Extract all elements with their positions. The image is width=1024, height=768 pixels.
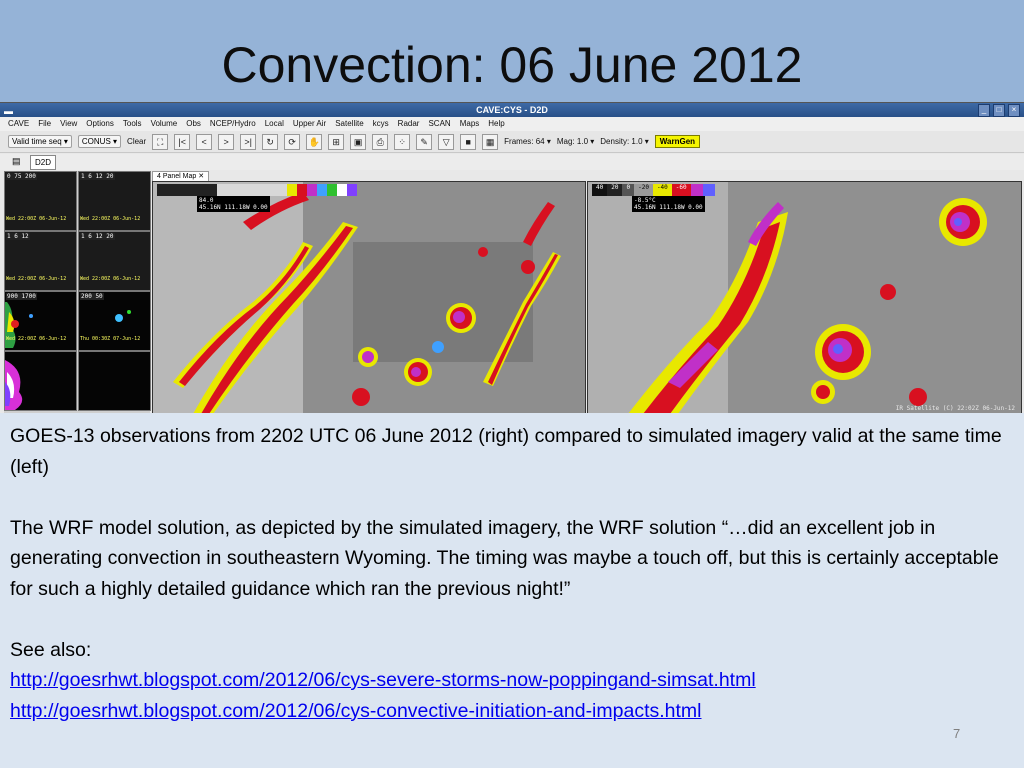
pan-tool-icon[interactable]: ✋ [306, 133, 323, 150]
zoom-icon[interactable]: ⊞ [328, 133, 345, 150]
menu-cave[interactable]: CAVE [8, 117, 29, 131]
simulated-imagery-panel[interactable]: 84.0 45.16N 111.18W 0.00 [152, 181, 586, 413]
quote-paragraph: The WRF model solution, as depicted by t… [10, 516, 999, 600]
menu-volume[interactable]: Volume [151, 117, 178, 131]
step-back-icon[interactable]: < [196, 133, 213, 150]
scale-dropdown[interactable]: CONUS ▾ [77, 135, 122, 148]
refresh-icon[interactable]: ⟳ [284, 133, 301, 150]
thumbnail-pane[interactable]: 0 75 200 Wed 22:00Z 06-Jun-12 [4, 171, 77, 231]
see-also-label: See also: [10, 638, 92, 661]
blog-link-severe-storms[interactable]: http://goesrhwt.blogspot.com/2012/06/cys… [10, 669, 756, 691]
radar-thumbnail-image [5, 352, 76, 410]
satellite-timestamp: IR Satellite (C) 22:02Z 06-Jun-12 [895, 405, 1015, 412]
maximize-icon[interactable]: □ [993, 104, 1005, 117]
menu-scan[interactable]: SCAN [428, 117, 450, 131]
menu-satellite[interactable]: Satellite [335, 117, 363, 131]
ir-satellite-panel[interactable]: 40 20 0 -20 -40 -60 -8.5°C 45.16N 111.18… [587, 181, 1022, 413]
perspective-bar: ▤ D2D [0, 154, 1024, 170]
thumbnail-pane[interactable]: 1 6 12 20 Wed 22:00Z 06-Jun-12 [78, 171, 151, 231]
menu-file[interactable]: File [38, 117, 51, 131]
zoom-extent-icon[interactable]: ⛶ [152, 133, 169, 150]
open-perspective-icon[interactable]: ▤ [12, 156, 21, 167]
layout-icon[interactable]: ■ [460, 133, 477, 150]
thumbnail-pane[interactable]: 1 6 12 20 Wed 22:00Z 06-Jun-12 [78, 231, 151, 291]
print-icon[interactable]: ⎙ [372, 133, 389, 150]
triangle-tool-icon[interactable]: ▽ [438, 133, 455, 150]
perspective-tab-d2d[interactable]: D2D [30, 155, 57, 170]
ir-satellite-map [588, 182, 1021, 413]
simulated-imagery-map [153, 182, 585, 413]
thumbnail-pane[interactable] [78, 351, 151, 411]
warngen-button[interactable]: WarnGen [654, 135, 701, 148]
thumbnail-pane[interactable] [4, 351, 77, 411]
menu-maps[interactable]: Maps [460, 117, 480, 131]
window-title: CAVE:CYS - D2D [476, 105, 548, 115]
menu-bar: CAVE File View Options Tools Volume Obs … [0, 117, 1024, 131]
thumbnail-pane[interactable]: 900 1700 Wed 22:00Z 06-Jun-12 [4, 291, 77, 351]
menu-view[interactable]: View [60, 117, 77, 131]
menu-obs[interactable]: Obs [186, 117, 201, 131]
caption-paragraph: GOES-13 observations from 2202 UTC 06 Ju… [10, 425, 1002, 478]
loop-mode-dropdown[interactable]: Valid time seq ▾ [8, 135, 72, 148]
first-frame-icon[interactable]: |< [174, 133, 191, 150]
sample-readout: -8.5°C 45.16N 111.18W 0.00 [632, 196, 705, 212]
loop-icon[interactable]: ↻ [262, 133, 279, 150]
points-icon[interactable]: ⁘ [394, 133, 411, 150]
menu-radar[interactable]: Radar [398, 117, 420, 131]
slide-title: Convection: 06 June 2012 [221, 37, 803, 93]
density-dropdown[interactable]: Density: 1.0 ▾ [600, 137, 649, 146]
mag-dropdown[interactable]: Mag: 1.0 ▾ [557, 137, 594, 146]
menu-local[interactable]: Local [265, 117, 284, 131]
color-scale-bar: 40 20 0 -20 -40 -60 [592, 184, 715, 196]
step-forward-icon[interactable]: > [218, 133, 235, 150]
menu-tools[interactable]: Tools [123, 117, 142, 131]
page-number: 7 [953, 726, 961, 741]
sample-readout: 84.0 45.16N 111.18W 0.00 [197, 196, 270, 212]
frames-dropdown[interactable]: Frames: 64 ▾ [504, 137, 551, 146]
minimize-icon[interactable]: _ [978, 104, 990, 117]
save-icon[interactable]: ▣ [350, 133, 367, 150]
panel-layout-icon[interactable]: ▦ [482, 133, 499, 150]
menu-upper-air[interactable]: Upper Air [293, 117, 326, 131]
menu-ncep-hydro[interactable]: NCEP/Hydro [210, 117, 256, 131]
cave-window: ▬ CAVE:CYS - D2D _ □ × CAVE File View Op… [0, 102, 1024, 413]
thumbnail-pane[interactable]: 200 50 Thu 00:30Z 07-Jun-12 [78, 291, 151, 351]
clear-button[interactable]: Clear [127, 137, 146, 146]
menu-help[interactable]: Help [488, 117, 504, 131]
last-frame-icon[interactable]: >| [240, 133, 257, 150]
tools-icon[interactable]: ✎ [416, 133, 433, 150]
menu-options[interactable]: Options [86, 117, 114, 131]
blog-link-convective-initiation[interactable]: http://goesrhwt.blogspot.com/2012/06/cys… [10, 700, 702, 722]
thumbnail-panes: 0 75 200 Wed 22:00Z 06-Jun-12 1 6 12 20 … [4, 171, 151, 413]
caption-text: GOES-13 observations from 2202 UTC 06 Ju… [10, 421, 1015, 726]
color-scale-bar [157, 184, 357, 196]
toolbar: Valid time seq ▾ CONUS ▾ Clear ⛶ |< < > … [0, 131, 1024, 153]
window-titlebar[interactable]: ▬ CAVE:CYS - D2D _ □ × [0, 103, 1024, 117]
thumbnail-pane[interactable]: 1 6 12 Wed 22:00Z 06-Jun-12 [4, 231, 77, 291]
close-icon[interactable]: × [1008, 104, 1020, 117]
menu-kcys[interactable]: kcys [373, 117, 389, 131]
